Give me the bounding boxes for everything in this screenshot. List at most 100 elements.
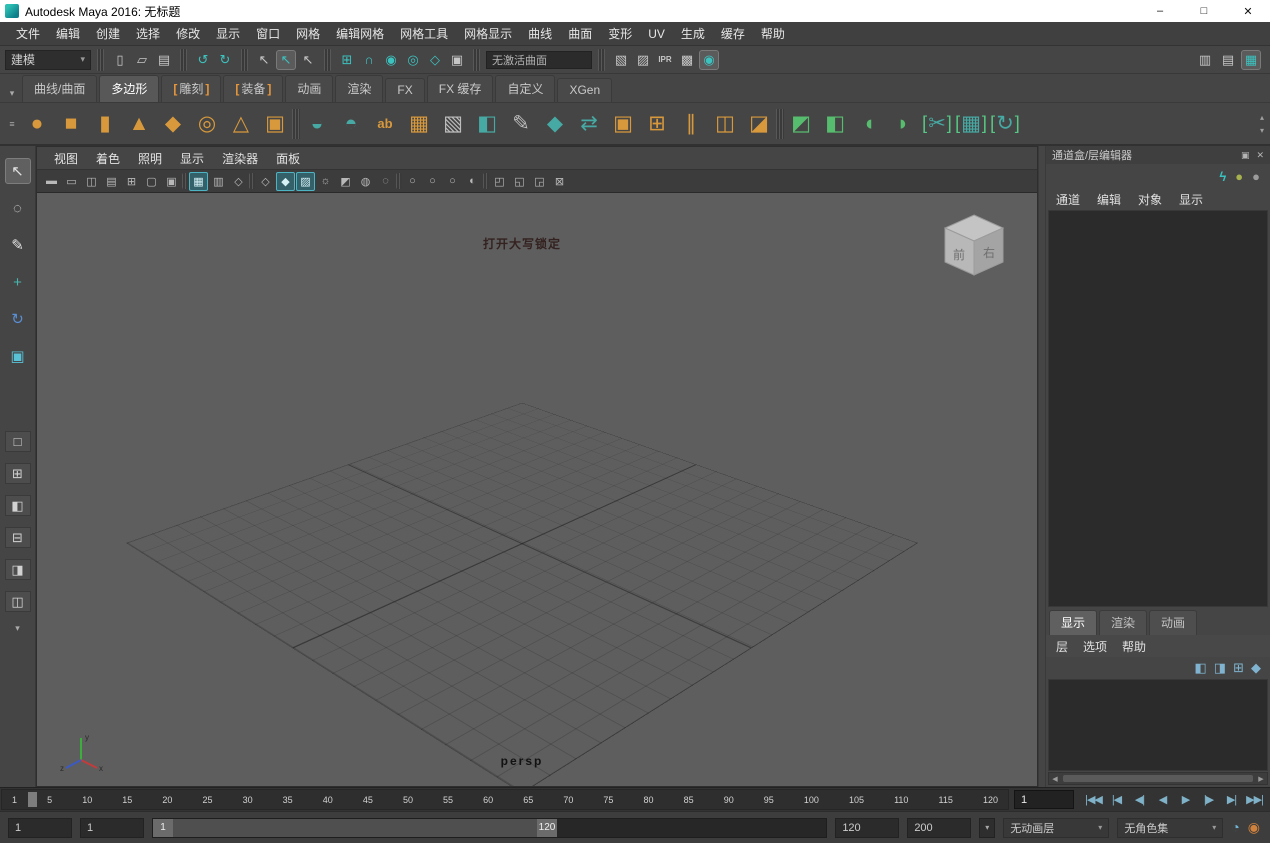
select-tool[interactable]: ↖ bbox=[5, 158, 31, 184]
minimize-button[interactable]: – bbox=[1138, 0, 1182, 22]
play-forwards-button[interactable]: ▶ bbox=[1175, 790, 1196, 810]
menu-item[interactable]: 曲面 bbox=[560, 25, 600, 42]
select-hierarchy-icon[interactable]: ↖ bbox=[254, 50, 274, 70]
menu-item[interactable]: 文件 bbox=[8, 25, 48, 42]
move-tool[interactable]: + bbox=[5, 269, 31, 295]
menu-item[interactable]: 网格显示 bbox=[456, 25, 520, 42]
shelf-tab[interactable]: 多边形 bbox=[99, 75, 159, 102]
playback-options-dropdown[interactable]: ▾ bbox=[979, 818, 995, 838]
lasso-select-tool[interactable]: ◌ bbox=[5, 195, 31, 221]
viewport-menu-item[interactable]: 显示 bbox=[171, 150, 213, 167]
channel-box-icon[interactable]: ▦ bbox=[1241, 50, 1261, 70]
range-start-handle[interactable]: 1 bbox=[153, 819, 173, 837]
range-slider-track[interactable]: 1 120 bbox=[152, 818, 827, 838]
shelf-tab[interactable]: 雕刻 bbox=[161, 75, 221, 102]
group-divider[interactable] bbox=[180, 49, 187, 71]
shelf-tab[interactable]: FX 缓存 bbox=[427, 75, 494, 102]
antialias-toggle-icon[interactable]: ◌ bbox=[376, 172, 395, 191]
scroll-up-icon[interactable]: ▴ bbox=[1260, 113, 1264, 122]
open-scene-icon[interactable]: ▱ bbox=[132, 50, 152, 70]
layout-four-pane[interactable]: ⊞ bbox=[5, 463, 31, 484]
occlusion-toggle-icon[interactable]: ◍ bbox=[356, 172, 375, 191]
connect-tool-icon[interactable]: ↻ bbox=[988, 106, 1022, 142]
scale-tool[interactable]: ▣ bbox=[5, 343, 31, 369]
display-toggle-icon[interactable]: ● bbox=[1235, 169, 1243, 184]
extrude-icon[interactable]: ▣ bbox=[606, 106, 640, 142]
channel-list-empty[interactable] bbox=[1048, 210, 1268, 607]
snap-curve-icon[interactable]: ∩ bbox=[359, 50, 379, 70]
select-object-icon[interactable]: ↖ bbox=[276, 50, 296, 70]
viewport-menu-item[interactable]: 视图 bbox=[45, 150, 87, 167]
close-panel-icon[interactable]: ✕ bbox=[1256, 150, 1264, 161]
layer-editor-menu-item[interactable]: 帮助 bbox=[1122, 638, 1146, 655]
combine-icon[interactable]: ◧ bbox=[470, 106, 504, 142]
group-divider[interactable] bbox=[241, 49, 248, 71]
anim-layer-select[interactable]: 无动画层 ▾ bbox=[1003, 818, 1109, 838]
shelf-tab[interactable]: FX bbox=[385, 78, 424, 102]
playback-start-field[interactable]: 1 bbox=[80, 818, 144, 838]
layout-uv-editor[interactable]: ◫ bbox=[5, 591, 31, 612]
menu-set-selector[interactable]: 建模 ▾ bbox=[5, 50, 91, 70]
menu-item[interactable]: 网格工具 bbox=[392, 25, 456, 42]
playback-speed-icon[interactable]: ϟ bbox=[1219, 169, 1226, 184]
layout-persp-outliner[interactable]: ◧ bbox=[5, 495, 31, 516]
shelf-tab[interactable]: 渲染 bbox=[335, 75, 383, 102]
menu-item[interactable]: 曲线 bbox=[520, 25, 560, 42]
layout-single-pane[interactable]: □ bbox=[5, 431, 31, 452]
viewport-menu-item[interactable]: 面板 bbox=[267, 150, 309, 167]
viewport-menu-item[interactable]: 渲染器 bbox=[213, 150, 267, 167]
plugin-panel-icon[interactable]: ⊠ bbox=[550, 172, 569, 191]
layer-editor-tab[interactable]: 动画 bbox=[1149, 610, 1197, 635]
animation-start-field[interactable]: 1 bbox=[8, 818, 72, 838]
bridge-icon[interactable]: ⇄ bbox=[572, 106, 606, 142]
snap-view-plane-icon[interactable]: ◇ bbox=[425, 50, 445, 70]
relax-brush-icon[interactable]: ◗ bbox=[886, 106, 920, 142]
layer-list-hscrollbar[interactable]: ◀ ▶ bbox=[1048, 772, 1268, 785]
character-set-select[interactable]: 无角色集 ▾ bbox=[1117, 818, 1223, 838]
offset-edge-loop-icon[interactable]: ∥ bbox=[674, 106, 708, 142]
poly-platonic-icon[interactable]: ◆ bbox=[156, 106, 190, 142]
menu-item[interactable]: 修改 bbox=[168, 25, 208, 42]
menu-item[interactable]: UV bbox=[640, 27, 673, 41]
menu-item[interactable]: 创建 bbox=[88, 25, 128, 42]
render-view-icon[interactable]: ▧ bbox=[611, 50, 631, 70]
create-polygon-icon[interactable]: ◧ bbox=[818, 106, 852, 142]
isolate-select-icon[interactable]: ◰ bbox=[490, 172, 509, 191]
layer-list-empty[interactable] bbox=[1048, 679, 1268, 771]
shelf-tab[interactable]: 曲线/曲面 bbox=[22, 75, 97, 102]
select-component-icon[interactable]: ↖ bbox=[298, 50, 318, 70]
close-button[interactable]: ✕ bbox=[1226, 0, 1270, 22]
scroll-left-icon[interactable]: ◀ bbox=[1049, 775, 1061, 783]
safe-title-icon[interactable]: ▣ bbox=[162, 172, 181, 191]
active-surface-input[interactable] bbox=[486, 51, 592, 69]
viewport-menu-item[interactable]: 照明 bbox=[129, 150, 171, 167]
evaluation-toggle-icon[interactable]: ● bbox=[1252, 169, 1260, 184]
hud-toggle-icon[interactable]: ▥ bbox=[209, 172, 228, 191]
maximize-button[interactable]: □ bbox=[1182, 0, 1226, 22]
scroll-down-icon[interactable]: ▾ bbox=[1260, 126, 1264, 135]
safe-action-icon[interactable]: ▢ bbox=[142, 172, 161, 191]
rotate-tool[interactable]: ↻ bbox=[5, 306, 31, 332]
go-to-start-button[interactable]: |◀◀ bbox=[1083, 790, 1104, 810]
create-layer-from-selected-icon[interactable]: ◆ bbox=[1251, 660, 1261, 676]
handles-toggle-icon[interactable]: ◇ bbox=[229, 172, 248, 191]
layer-editor-tab[interactable]: 渲染 bbox=[1099, 610, 1147, 635]
grid-toggle-icon[interactable]: ▦ bbox=[189, 172, 208, 191]
go-to-end-button[interactable]: ▶▶| bbox=[1244, 790, 1265, 810]
menu-item[interactable]: 变形 bbox=[600, 25, 640, 42]
poly-text-icon[interactable]: ab bbox=[368, 106, 402, 142]
make-live-icon[interactable]: ▣ bbox=[447, 50, 467, 70]
paint-select-tool[interactable]: ✎ bbox=[5, 232, 31, 258]
step-forward-key-button[interactable]: |▶ bbox=[1198, 790, 1219, 810]
gamma-toggle-icon[interactable]: ○ bbox=[423, 172, 442, 191]
menu-item[interactable]: 窗口 bbox=[248, 25, 288, 42]
redo-icon[interactable]: ↻ bbox=[215, 50, 235, 70]
render-current-frame-icon[interactable]: ▨ bbox=[633, 50, 653, 70]
pencil-append-icon[interactable]: ✎ bbox=[504, 106, 538, 142]
modeling-toolkit-icon[interactable]: ▥ bbox=[1195, 50, 1215, 70]
shelf-tab-menu-icon[interactable]: ▾ bbox=[4, 84, 20, 102]
play-backwards-button[interactable]: ◀ bbox=[1152, 790, 1173, 810]
shelf-tab[interactable]: 自定义 bbox=[495, 75, 555, 102]
mesh-display-icon[interactable]: ▧ bbox=[436, 106, 470, 142]
multi-cut-icon[interactable]: ✂ bbox=[920, 106, 954, 142]
